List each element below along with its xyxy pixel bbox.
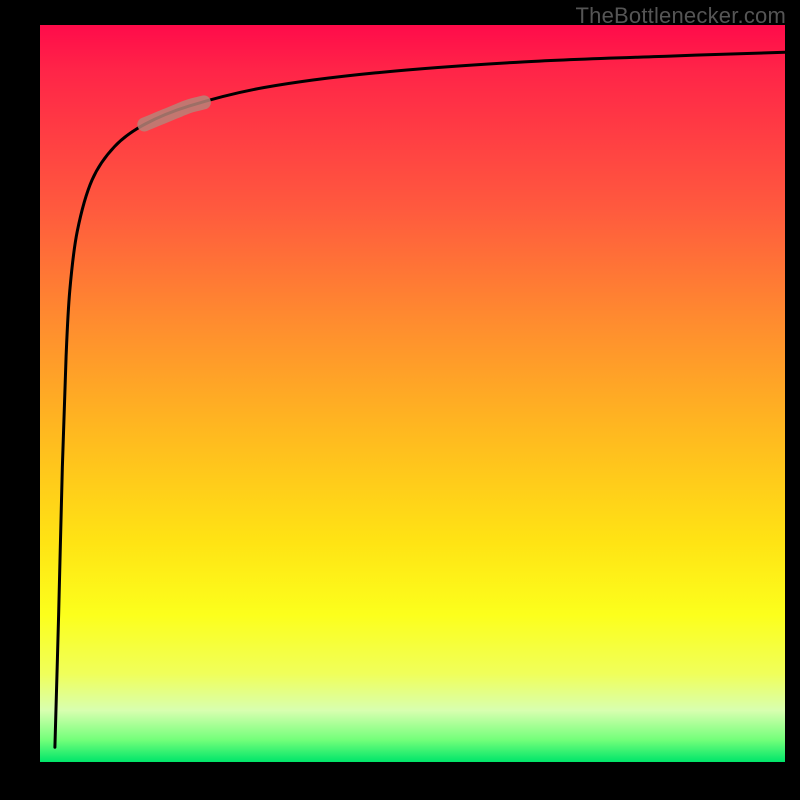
bottleneck-curve (55, 52, 785, 747)
curve-layer (40, 25, 785, 762)
chart-stage: TheBottlenecker.com (0, 0, 800, 800)
highlight-segment (144, 102, 204, 124)
watermark-label: TheBottlenecker.com (576, 3, 786, 29)
